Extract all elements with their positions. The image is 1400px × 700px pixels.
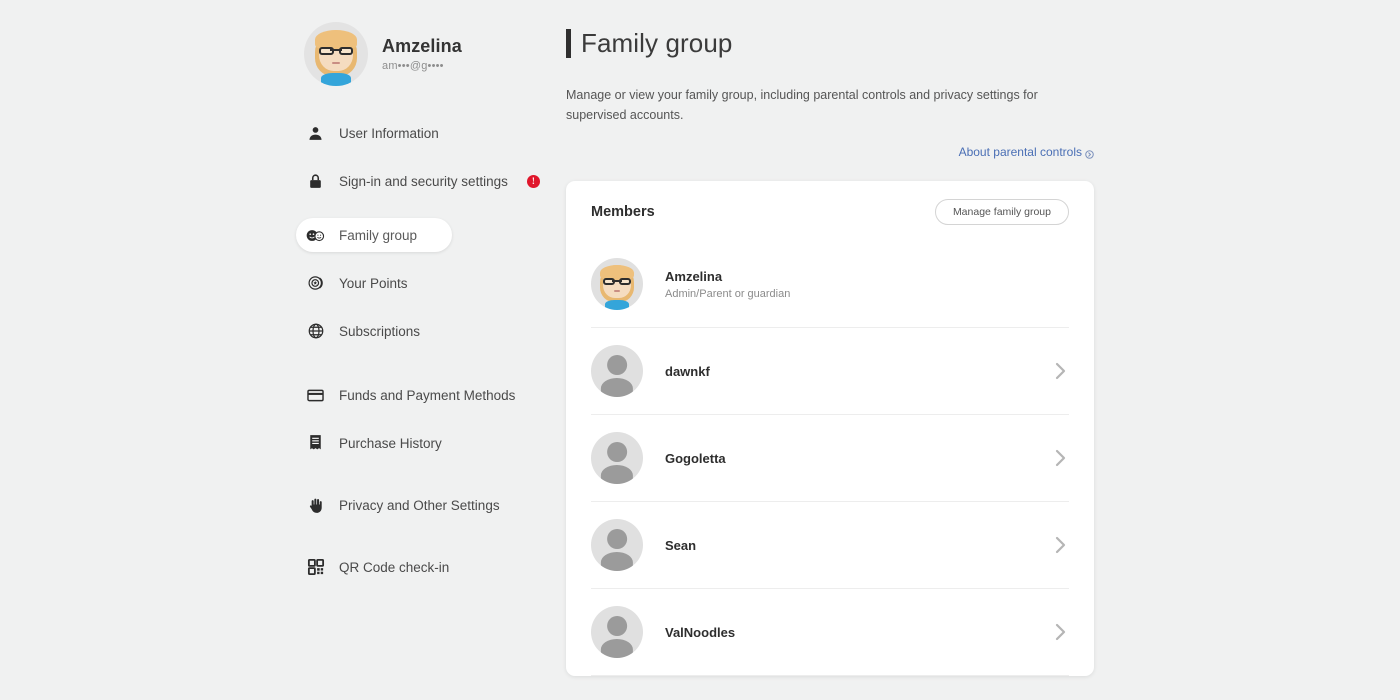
table-row[interactable]: Sean (566, 502, 1094, 588)
sidebar-item-user-information[interactable]: User Information (296, 116, 457, 150)
members-title: Members (591, 204, 655, 220)
divider (591, 675, 1069, 676)
table-row[interactable]: dawnkf (566, 328, 1094, 414)
sidebar-item-label: Privacy and Other Settings (339, 498, 500, 513)
sidebar-item-your-points[interactable]: Your Points (296, 266, 444, 300)
avatar (591, 519, 643, 571)
receipt-icon (306, 434, 325, 453)
sidebar-item-qr-code-check-in[interactable]: QR Code check-in (296, 550, 467, 584)
sidebar-item-label: Subscriptions (339, 324, 420, 339)
page-title: Family group (566, 28, 1126, 59)
external-link-icon (1085, 148, 1094, 157)
sidebar-item-privacy-settings[interactable]: Privacy and Other Settings (296, 488, 518, 522)
mii-avatar-icon (304, 22, 368, 86)
sidebar-item-label: Family group (339, 228, 417, 243)
avatar (591, 606, 643, 658)
sidebar-item-label: Funds and Payment Methods (339, 388, 515, 403)
status-badge: ! (527, 175, 540, 188)
page-description: Manage or view your family group, includ… (566, 85, 1066, 125)
avatar (591, 432, 643, 484)
sidebar-item-label: User Information (339, 126, 439, 141)
member-name: Amzelina (665, 269, 790, 284)
about-parental-controls-link[interactable]: About parental controls (959, 145, 1094, 159)
page-title-text: Family group (581, 28, 732, 59)
chevron-right-icon[interactable] (1055, 361, 1067, 381)
title-accent-bar (566, 29, 571, 58)
qr-code-icon (306, 558, 325, 577)
manage-family-group-button[interactable]: Manage family group (935, 199, 1069, 225)
hand-icon (306, 496, 325, 515)
sidebar-item-label: Purchase History (339, 436, 442, 451)
table-row[interactable]: ValNoodles (566, 589, 1094, 675)
points-coin-icon (306, 274, 325, 293)
chevron-right-icon[interactable] (1055, 622, 1067, 642)
mii-avatar-icon (591, 258, 643, 310)
profile-header: Amzelina am•••@g•••• (296, 22, 566, 86)
avatar (304, 22, 368, 86)
profile-name: Amzelina (382, 36, 462, 57)
about-link-row: About parental controls (566, 145, 1094, 159)
family-faces-icon (306, 226, 325, 245)
credit-card-icon (306, 386, 325, 405)
sidebar-item-sign-in-security[interactable]: Sign-in and security settings ! (296, 164, 558, 198)
sidebar-item-label: Your Points (339, 276, 408, 291)
avatar (591, 345, 643, 397)
table-row[interactable]: Amzelina Admin/Parent or guardian (566, 241, 1094, 327)
main-content: Family group Manage or view your family … (566, 0, 1126, 700)
sidebar-item-label: QR Code check-in (339, 560, 449, 575)
sidebar-item-family-group[interactable]: Family group (296, 218, 452, 252)
sidebar-item-subscriptions[interactable]: Subscriptions (296, 314, 444, 348)
table-row[interactable]: Gogoletta (566, 415, 1094, 501)
member-name: dawnkf (665, 364, 710, 379)
profile-email: am•••@g•••• (382, 60, 462, 72)
members-card-header: Members Manage family group (566, 181, 1094, 241)
family-group-page: Amzelina am•••@g•••• User Information (0, 0, 1400, 700)
sidebar-nav: User Information Sign-in and security se… (296, 116, 566, 584)
member-name: ValNoodles (665, 625, 735, 640)
lock-icon (306, 172, 325, 191)
globe-icon (306, 322, 325, 341)
sidebar-item-purchase-history[interactable]: Purchase History (296, 426, 460, 460)
sidebar: Amzelina am•••@g•••• User Information (296, 0, 566, 700)
sidebar-item-label: Sign-in and security settings (339, 174, 508, 189)
person-icon (306, 124, 325, 143)
chevron-right-icon[interactable] (1055, 535, 1067, 555)
member-role: Admin/Parent or guardian (665, 288, 790, 300)
members-card: Members Manage family group (566, 181, 1094, 676)
member-name: Sean (665, 538, 696, 553)
member-name: Gogoletta (665, 451, 726, 466)
chevron-right-icon[interactable] (1055, 448, 1067, 468)
sidebar-item-funds-payment[interactable]: Funds and Payment Methods (296, 378, 533, 412)
about-link-label: About parental controls (959, 145, 1082, 159)
avatar (591, 258, 643, 310)
